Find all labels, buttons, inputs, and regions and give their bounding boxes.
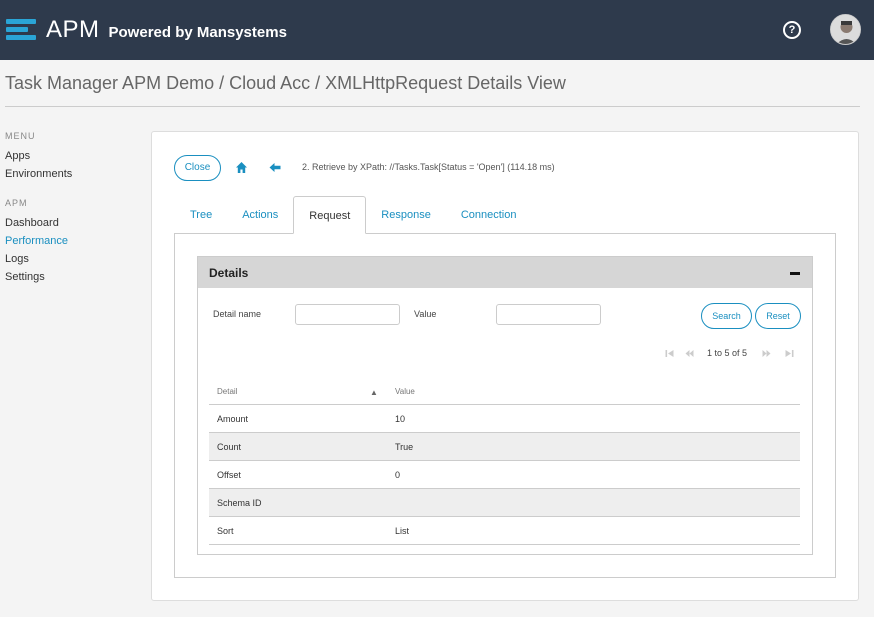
sidebar-item-dashboard[interactable]: Dashboard	[5, 216, 145, 234]
last-page-icon[interactable]	[785, 349, 794, 358]
column-header-value[interactable]: Value	[395, 387, 415, 396]
pager: 1 to 5 of 5	[663, 348, 798, 361]
details-header: Details	[198, 257, 812, 288]
cell-detail: Offset	[217, 470, 241, 480]
table-row[interactable]: Count True	[209, 433, 800, 461]
close-button[interactable]: Close	[174, 155, 221, 181]
tab-request[interactable]: Request	[293, 196, 367, 234]
sort-ascending-icon[interactable]: ▲	[370, 388, 378, 397]
table-row[interactable]: Sort List	[209, 517, 800, 545]
cell-value: 10	[395, 414, 406, 424]
table-row[interactable]: Offset 0	[209, 461, 800, 489]
logo-icon	[6, 17, 42, 43]
page-title: Task Manager APM Demo / Cloud Acc / XMLH…	[5, 73, 566, 93]
tab-bar: Tree Actions Request Response Connection	[175, 196, 531, 234]
sidebar-heading-menu: MENU	[5, 131, 36, 141]
reset-button[interactable]: Reset	[755, 303, 801, 329]
cell-detail: Schema ID	[217, 498, 262, 508]
sidebar-item-performance[interactable]: Performance	[5, 234, 145, 252]
detail-name-input[interactable]	[295, 304, 400, 325]
detail-name-label: Detail name	[213, 309, 262, 319]
sidebar-item-apps[interactable]: Apps	[5, 149, 145, 167]
title-divider	[5, 106, 860, 107]
sidebar-item-environments[interactable]: Environments	[5, 167, 145, 185]
details-section: Details Detail name Value Search Reset 1…	[197, 256, 813, 555]
top-bar: APM Powered by Mansystems ?	[0, 0, 874, 60]
value-label: Value	[414, 309, 437, 319]
avatar[interactable]	[830, 14, 861, 45]
sidebar-heading-apm: APM	[5, 198, 28, 208]
logo-subtitle: Powered by Mansystems	[108, 24, 287, 41]
cell-detail: Count	[217, 442, 242, 452]
main-panel: Close 2. Retrieve by XPath: //Tasks.Task…	[151, 131, 859, 601]
breadcrumb: 2. Retrieve by XPath: //Tasks.Task[Statu…	[302, 162, 555, 172]
table-row[interactable]: Schema ID	[209, 489, 800, 517]
sidebar-item-logs[interactable]: Logs	[5, 252, 145, 270]
table-header: Detail ▲ Value	[209, 377, 800, 405]
logo-text: APM	[46, 16, 100, 43]
home-icon[interactable]	[235, 161, 248, 174]
cell-detail: Amount	[217, 414, 249, 424]
details-table: Detail ▲ Value Amount 10 Count True Offs…	[209, 377, 800, 545]
tab-response[interactable]: Response	[366, 196, 446, 234]
next-page-icon[interactable]	[762, 349, 771, 358]
cell-value: True	[395, 442, 414, 452]
sidebar: MENU Apps Environments APM Dashboard Per…	[5, 131, 145, 288]
pager-text: 1 to 5 of 5	[707, 348, 748, 358]
apm-logo[interactable]: APM Powered by Mansystems	[6, 14, 287, 46]
help-icon[interactable]: ?	[783, 21, 801, 39]
tab-actions[interactable]: Actions	[227, 196, 293, 234]
tab-tree[interactable]: Tree	[175, 196, 227, 234]
arrow-left-icon[interactable]	[269, 162, 281, 173]
tab-content: Details Detail name Value Search Reset 1…	[174, 233, 836, 578]
tab-connection[interactable]: Connection	[446, 196, 532, 234]
minus-icon[interactable]	[790, 272, 800, 275]
column-header-detail[interactable]: Detail	[217, 387, 237, 396]
prev-page-icon[interactable]	[685, 349, 694, 358]
search-button[interactable]: Search	[701, 303, 752, 329]
details-title: Details	[209, 266, 249, 280]
first-page-icon[interactable]	[665, 349, 674, 358]
cell-detail: Sort	[217, 526, 234, 536]
cell-value: 0	[395, 470, 401, 480]
sidebar-item-settings[interactable]: Settings	[5, 270, 145, 288]
value-input[interactable]	[496, 304, 601, 325]
cell-value: List	[395, 526, 410, 536]
table-row[interactable]: Amount 10	[209, 405, 800, 433]
